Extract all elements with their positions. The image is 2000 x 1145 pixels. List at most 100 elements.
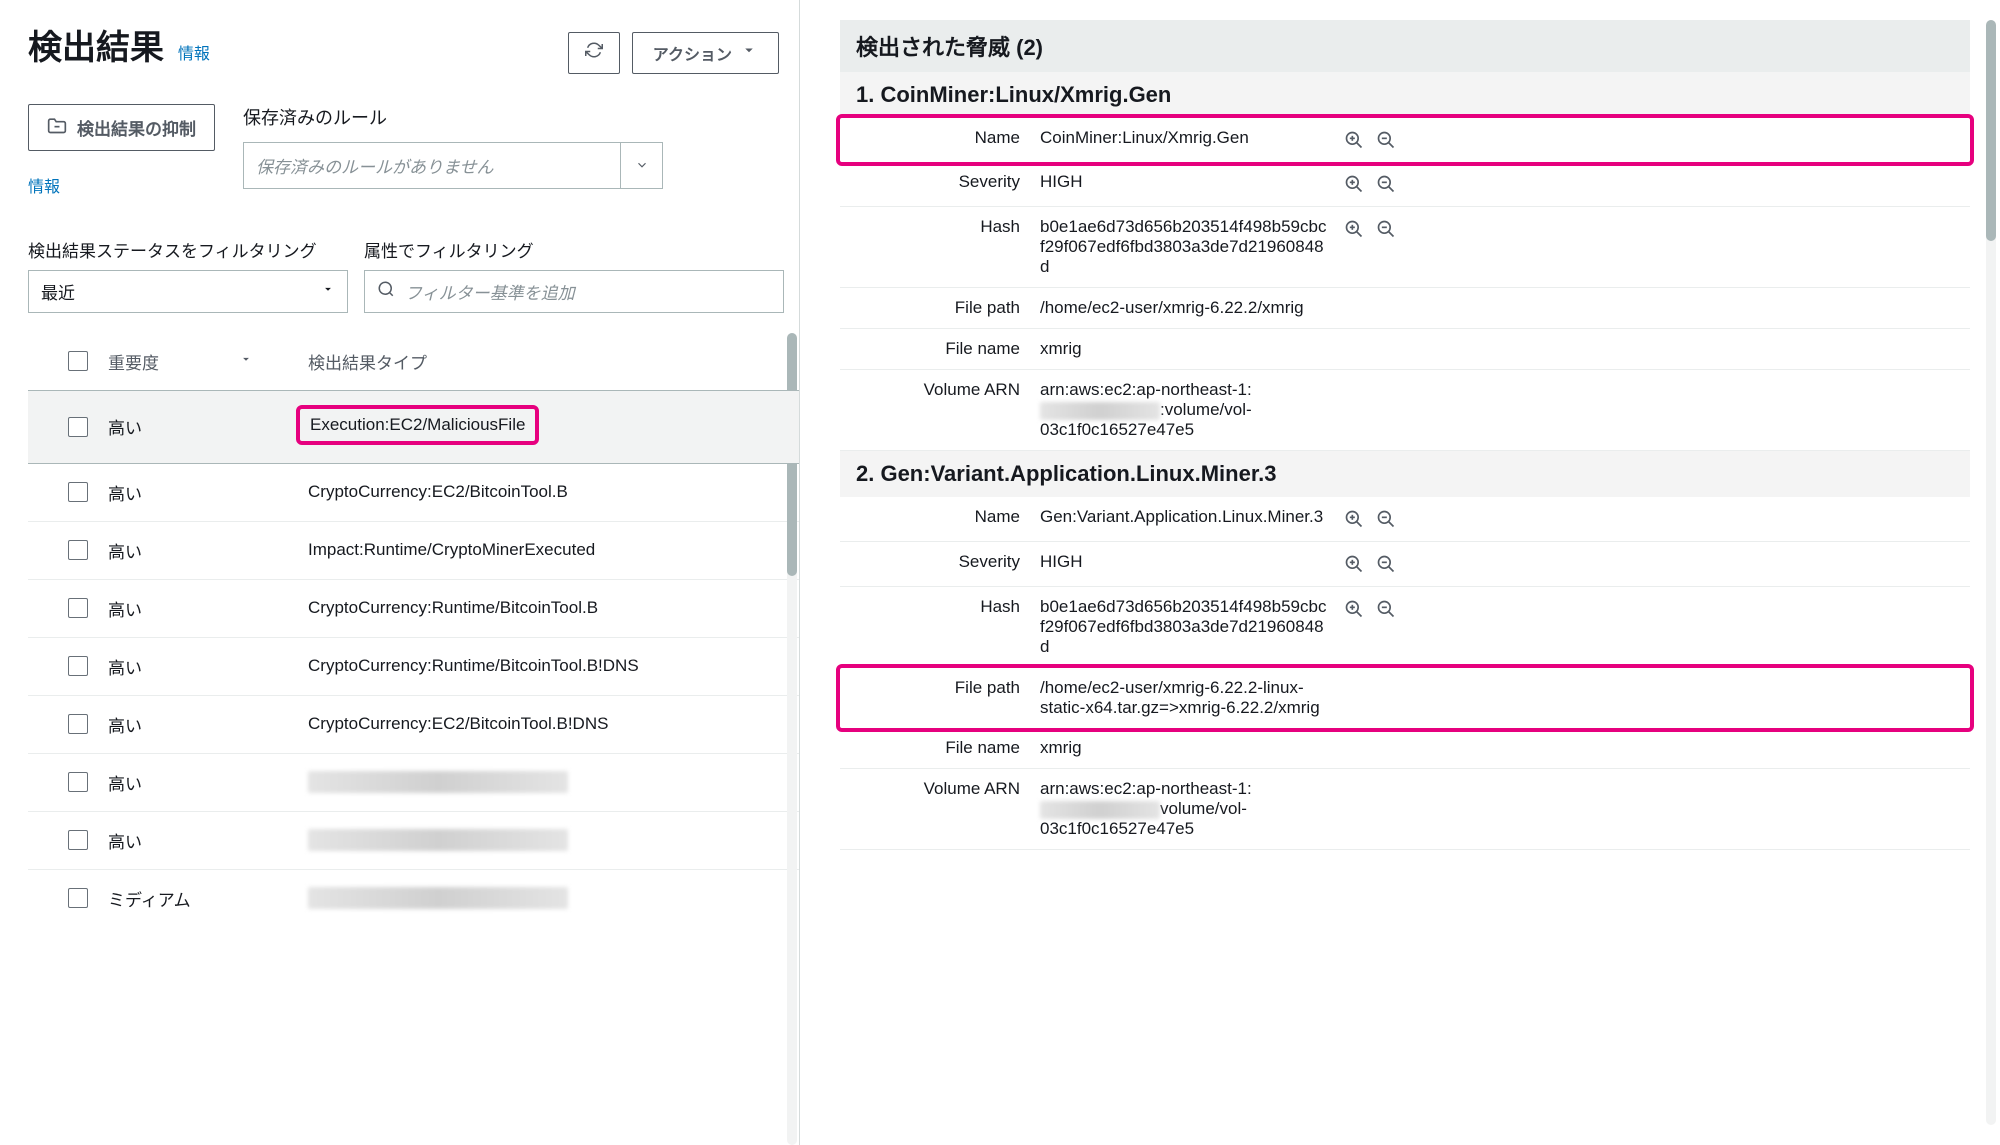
zoom-in-icon[interactable] — [1342, 597, 1366, 621]
kv-row: NameGen:Variant.Application.Linux.Miner.… — [840, 497, 1970, 542]
severity-cell: 高い — [108, 480, 308, 505]
info-link-2[interactable]: 情報 — [28, 173, 215, 197]
kv-key: Volume ARN — [840, 779, 1040, 799]
kv-row: Hashb0e1ae6d73d656b203514f498b59cbcf29f0… — [840, 207, 1970, 288]
zoom-in-icon[interactable] — [1342, 552, 1366, 576]
redacted-text — [1040, 402, 1160, 420]
table-row[interactable]: ミディアム — [28, 869, 799, 927]
zoom-in-icon[interactable] — [1342, 172, 1366, 196]
kv-key: File path — [840, 678, 1040, 698]
table-row[interactable]: 高いImpact:Runtime/CryptoMinerExecuted — [28, 521, 799, 579]
kv-row: File path/home/ec2-user/xmrig-6.22.2/xmr… — [840, 288, 1970, 329]
zoom-out-icon[interactable] — [1374, 128, 1398, 152]
zoom-in-icon[interactable] — [1342, 217, 1366, 241]
caret-down-icon[interactable] — [620, 143, 662, 188]
caret-down-icon — [740, 41, 758, 64]
severity-cell: 高い — [108, 414, 308, 439]
table-row[interactable]: 高いExecution:EC2/MaliciousFile — [28, 390, 799, 464]
suppress-button[interactable]: 検出結果の抑制 — [28, 104, 215, 151]
kv-key: File name — [840, 339, 1040, 359]
attribute-filter-input[interactable]: フィルター基準を追加 — [364, 270, 784, 313]
zoom-in-icon[interactable] — [1342, 507, 1366, 531]
zoom-out-icon[interactable] — [1374, 172, 1398, 196]
kv-key: Severity — [840, 552, 1040, 572]
severity-cell: 高い — [108, 596, 308, 621]
kv-row: Volume ARNarn:aws:ec2:ap-northeast-1::vo… — [840, 370, 1970, 451]
row-checkbox[interactable] — [68, 714, 88, 734]
kv-key: Name — [840, 128, 1040, 148]
caret-down-icon — [321, 281, 335, 301]
kv-row: SeverityHIGH — [840, 162, 1970, 207]
zoom-out-icon[interactable] — [1374, 217, 1398, 241]
kv-key: Name — [840, 507, 1040, 527]
severity-cell: 高い — [108, 712, 308, 737]
table-row[interactable]: 高いCryptoCurrency:EC2/BitcoinTool.B!DNS — [28, 695, 799, 753]
kv-row: Hashb0e1ae6d73d656b203514f498b59cbcf29f0… — [840, 587, 1970, 668]
kv-value: arn:aws:ec2:ap-northeast-1:volume/vol-03… — [1040, 779, 1330, 839]
kv-value: HIGH — [1040, 172, 1330, 192]
highlight-box: Execution:EC2/MaliciousFile — [296, 405, 539, 445]
zoom-out-icon[interactable] — [1374, 507, 1398, 531]
th-severity[interactable]: 重要度 — [108, 349, 159, 374]
kv-value: xmrig — [1040, 339, 1330, 359]
zoom-out-icon[interactable] — [1374, 597, 1398, 621]
kv-value: /home/ec2-user/xmrig-6.22.2/xmrig — [1040, 298, 1330, 318]
refresh-button[interactable] — [568, 32, 620, 74]
th-type[interactable]: 検出結果タイプ — [308, 349, 779, 374]
row-checkbox[interactable] — [68, 598, 88, 618]
table-row[interactable]: 高い — [28, 811, 799, 869]
finding-type: CryptoCurrency:Runtime/BitcoinTool.B!DNS — [308, 656, 639, 675]
severity-cell: 高い — [108, 770, 308, 795]
severity-cell: 高い — [108, 654, 308, 679]
row-checkbox[interactable] — [68, 417, 88, 437]
row-checkbox[interactable] — [68, 482, 88, 502]
redacted-text — [308, 887, 568, 909]
actions-button[interactable]: アクション — [632, 32, 779, 74]
kv-row: File namexmrig — [840, 329, 1970, 370]
filter-attr-label: 属性でフィルタリング — [364, 237, 784, 262]
row-checkbox[interactable] — [68, 540, 88, 560]
finding-type: CryptoCurrency:Runtime/BitcoinTool.B — [308, 598, 598, 617]
kv-value: b0e1ae6d73d656b203514f498b59cbcf29f067ed… — [1040, 217, 1330, 277]
info-link[interactable]: 情報 — [178, 46, 210, 63]
saved-rules-label: 保存済みのルール — [243, 104, 779, 130]
finding-type: CryptoCurrency:EC2/BitcoinTool.B — [308, 482, 568, 501]
table-row[interactable]: 高いCryptoCurrency:EC2/BitcoinTool.B — [28, 463, 799, 521]
table-row[interactable]: 高いCryptoCurrency:Runtime/BitcoinTool.B — [28, 579, 799, 637]
kv-key: Hash — [840, 217, 1040, 237]
findings-table: 重要度 検出結果タイプ 高いExecution:EC2/MaliciousFil… — [28, 333, 799, 1145]
row-checkbox[interactable] — [68, 772, 88, 792]
kv-key: Volume ARN — [840, 380, 1040, 400]
kv-value: /home/ec2-user/xmrig-6.22.2-linux-static… — [1040, 678, 1330, 718]
threats-header: 検出された脅威 (2) — [840, 20, 1970, 72]
severity-cell: 高い — [108, 828, 308, 853]
saved-rules-select[interactable]: 保存済みのルールがありません — [243, 142, 663, 189]
kv-value: xmrig — [1040, 738, 1330, 758]
table-row[interactable]: 高いCryptoCurrency:Runtime/BitcoinTool.B!D… — [28, 637, 799, 695]
page-title: 検出結果 — [28, 29, 164, 67]
kv-value: CoinMiner:Linux/Xmrig.Gen — [1040, 128, 1330, 148]
row-checkbox[interactable] — [68, 830, 88, 850]
refresh-icon — [585, 41, 603, 64]
zoom-in-icon[interactable] — [1342, 128, 1366, 152]
kv-row: File path/home/ec2-user/xmrig-6.22.2-lin… — [836, 664, 1974, 732]
row-checkbox[interactable] — [68, 888, 88, 908]
status-select[interactable]: 最近 — [28, 270, 348, 313]
kv-key: File path — [840, 298, 1040, 318]
saved-rules-placeholder: 保存済みのルールがありません — [244, 143, 620, 188]
zoom-out-icon[interactable] — [1374, 552, 1398, 576]
threat-title: 1. CoinMiner:Linux/Xmrig.Gen — [840, 72, 1970, 118]
folder-minus-icon — [47, 116, 67, 139]
kv-value: HIGH — [1040, 552, 1330, 572]
severity-cell: ミディアム — [108, 886, 308, 911]
filter-status-label: 検出結果ステータスをフィルタリング — [28, 237, 348, 262]
row-checkbox[interactable] — [68, 656, 88, 676]
select-all-checkbox[interactable] — [68, 351, 88, 371]
table-row[interactable]: 高い — [28, 753, 799, 811]
scrollbar[interactable] — [1986, 20, 1996, 1125]
sort-desc-icon[interactable] — [239, 351, 253, 371]
kv-row: SeverityHIGH — [840, 542, 1970, 587]
severity-cell: 高い — [108, 538, 308, 563]
kv-value: b0e1ae6d73d656b203514f498b59cbcf29f067ed… — [1040, 597, 1330, 657]
kv-key: File name — [840, 738, 1040, 758]
